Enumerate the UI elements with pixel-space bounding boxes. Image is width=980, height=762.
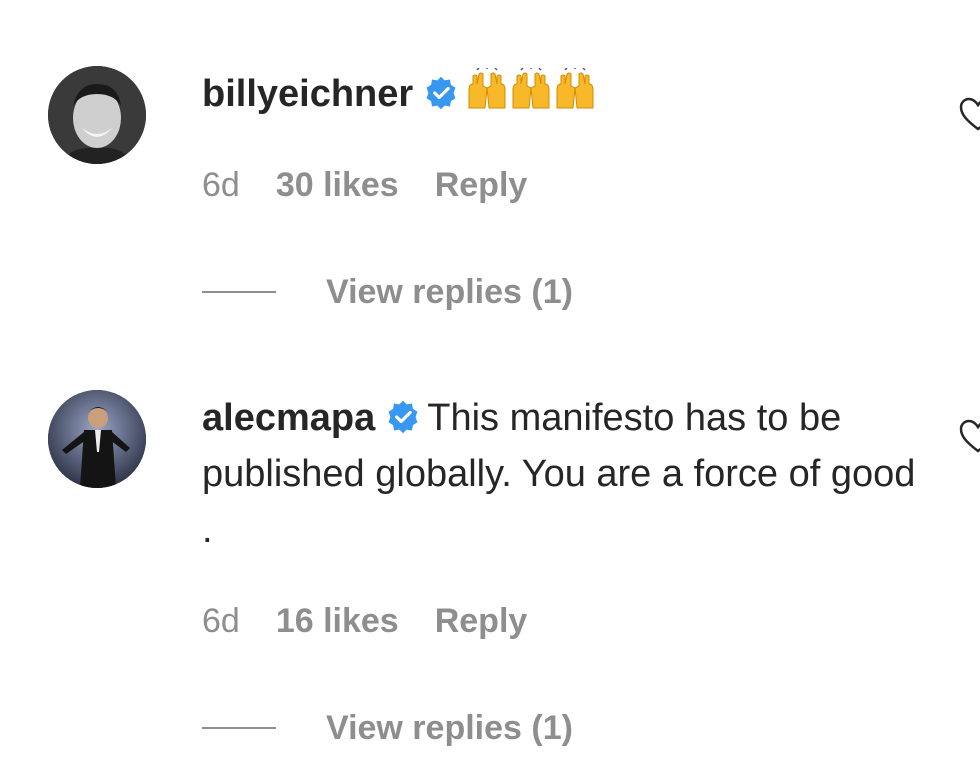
heart-outline-icon[interactable] [958, 418, 980, 454]
raising-hands-emoji-icon [465, 67, 597, 128]
reply-button[interactable]: Reply [435, 166, 528, 204]
comment-text-block: billyeichner [202, 66, 922, 128]
likes-count[interactable]: 30 likes [276, 166, 399, 204]
view-replies-label: View replies (1) [326, 708, 573, 747]
likes-count[interactable]: 16 likes [276, 602, 399, 640]
divider-line [202, 291, 276, 293]
username-link[interactable]: billyeichner [202, 73, 413, 115]
verified-badge-icon [388, 400, 418, 434]
avatar[interactable] [48, 66, 146, 164]
reply-button[interactable]: Reply [435, 602, 528, 640]
avatar-photo-icon [48, 66, 146, 164]
timestamp[interactable]: 6d [202, 166, 240, 204]
avatar-photo-icon [48, 390, 146, 488]
comment-meta: 6d 16 likes Reply [202, 602, 563, 641]
username-link[interactable]: alecmapa [202, 397, 375, 439]
view-replies-button[interactable]: View replies (1) [202, 272, 573, 312]
verified-badge-icon [426, 76, 456, 110]
heart-outline-icon[interactable] [958, 96, 980, 132]
timestamp[interactable]: 6d [202, 602, 240, 640]
divider-line [202, 727, 276, 729]
avatar[interactable] [48, 390, 146, 488]
comment-meta: 6d 30 likes Reply [202, 166, 563, 205]
comment-text-block: alecmapa This manifesto has to be publis… [202, 390, 922, 558]
view-replies-label: View replies (1) [326, 272, 573, 311]
view-replies-button[interactable]: View replies (1) [202, 708, 573, 748]
